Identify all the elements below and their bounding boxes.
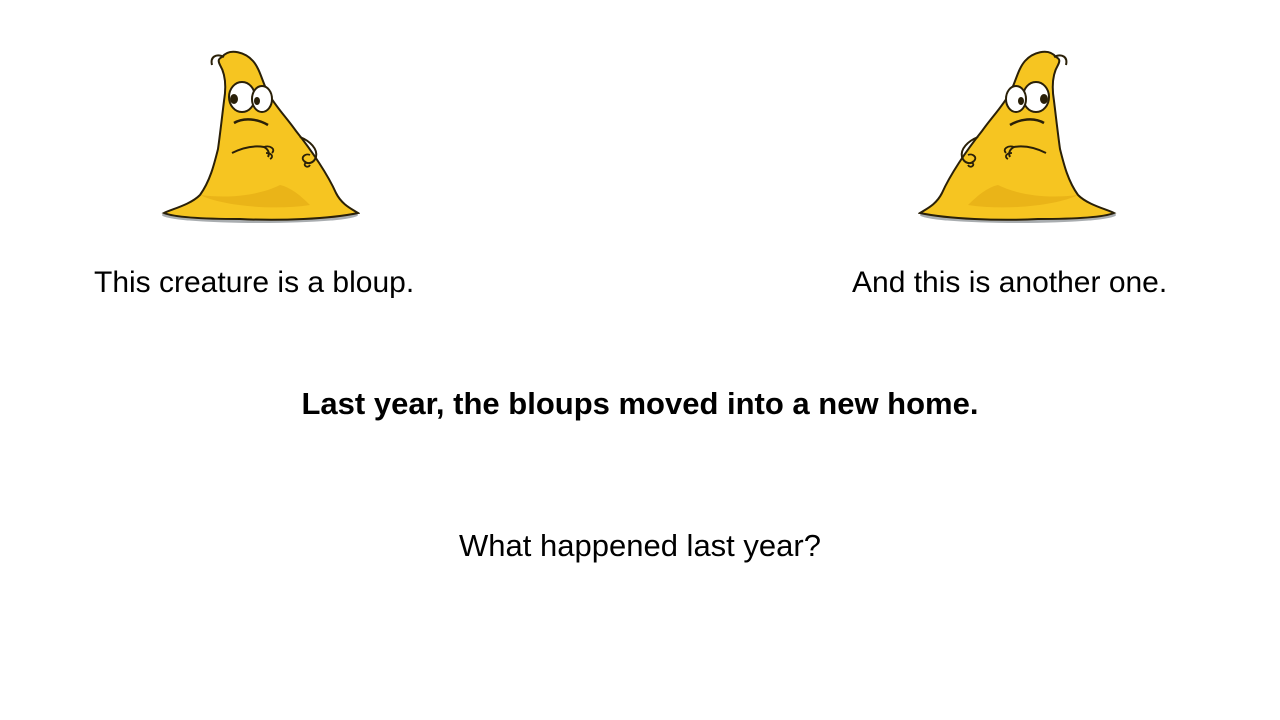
slide: This creature is a bloup. And this is an… (0, 0, 1280, 720)
statement-text: Last year, the bloups moved into a new h… (301, 386, 979, 421)
question-text: What happened last year? (459, 528, 821, 563)
bloup-creature-left-icon (160, 45, 360, 225)
bloup-creature-right-icon (918, 45, 1118, 225)
left-caption: This creature is a bloup. (94, 266, 415, 299)
right-caption: And this is another one. (852, 266, 1168, 299)
